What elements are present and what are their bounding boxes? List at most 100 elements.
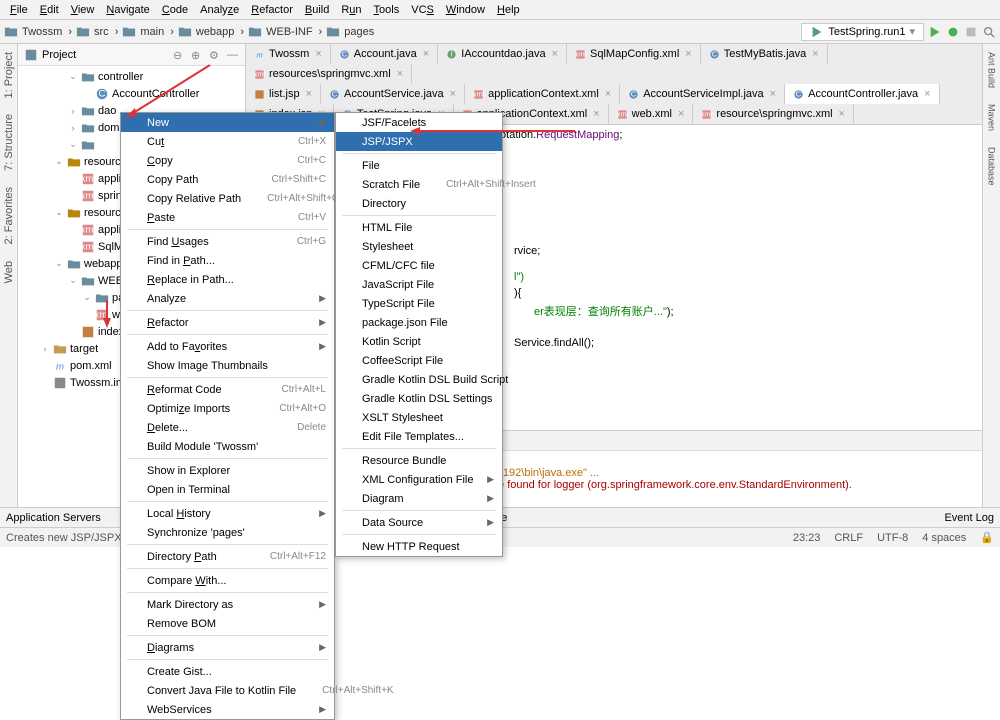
close-icon[interactable]: × [685,48,691,60]
close-icon[interactable]: × [605,88,611,100]
menu-item[interactable]: Analyze▶ [121,289,334,308]
menu-item[interactable]: Open in Terminal [121,480,334,499]
close-icon[interactable]: × [593,108,599,120]
context-menu-main[interactable]: New▶CutCtrl+XCopyCtrl+CCopy PathCtrl+Shi… [120,112,335,720]
menu-navigate[interactable]: Navigate [100,2,155,18]
menu-item[interactable]: Find in Path... [121,251,334,270]
menu-item[interactable]: Show Image Thumbnails [121,356,334,375]
menu-window[interactable]: Window [440,2,491,18]
menu-item[interactable]: HTML File [336,218,502,237]
menu-item[interactable]: Add to Favorites▶ [121,337,334,356]
menu-item[interactable]: CFML/CFC file [336,256,502,275]
crumb-0[interactable]: Twossm [20,25,64,39]
menu-item[interactable]: Diagrams▶ [121,638,334,657]
close-icon[interactable]: × [423,48,429,60]
encoding[interactable]: UTF-8 [877,532,908,544]
menu-edit[interactable]: Edit [34,2,65,18]
editor-tab[interactable]: IIAccountdao.java× [438,44,567,64]
tab-project[interactable]: 1: Project [2,48,16,102]
tab-app-servers[interactable]: Application Servers [6,512,101,524]
run-config-select[interactable]: TestSpring.run1 ▾ [801,23,924,41]
menu-item[interactable]: Local History▶ [121,504,334,523]
context-menu-new[interactable]: JSF/FaceletsJSP/JSPX FileScratch FileCtrl… [335,112,503,557]
close-icon[interactable]: × [924,88,930,100]
editor-tab[interactable]: list.jsp× [246,84,321,104]
crumb-3[interactable]: webapp [194,25,237,39]
line-sep[interactable]: CRLF [834,532,863,544]
menu-item[interactable]: CutCtrl+X [121,132,334,151]
menu-item[interactable]: Gradle Kotlin DSL Settings [336,389,502,408]
editor-tab[interactable]: CAccountController.java× [785,84,940,104]
collapse-icon[interactable]: ⊖ [173,49,185,61]
tab-structure[interactable]: 7: Structure [2,110,16,175]
menu-code[interactable]: Code [156,2,194,18]
menu-item[interactable]: Find UsagesCtrl+G [121,232,334,251]
tab-maven[interactable]: Maven [986,100,998,135]
menu-item[interactable]: JSP/JSPX [336,132,502,151]
gear-icon[interactable]: ⚙ [209,49,221,61]
menu-item[interactable]: JavaScript File [336,275,502,294]
close-icon[interactable]: × [397,68,403,80]
menu-item[interactable]: XSLT Stylesheet [336,408,502,427]
run-output[interactable]: s 246 ms Java\jdk1.8.0_192\bin\java.exe"… [426,451,982,507]
run-button[interactable] [928,25,942,39]
menu-item[interactable]: Show in Explorer [121,461,334,480]
close-icon[interactable]: × [306,88,312,100]
menu-item[interactable]: File [336,156,502,175]
editor-tab[interactable]: mTwossm× [246,44,331,64]
editor-tab[interactable]: xmlSqlMapConfig.xml× [567,44,701,64]
menu-item[interactable]: Stylesheet [336,237,502,256]
crumb-1[interactable]: src [92,25,111,39]
editor-tab[interactable]: CAccountServiceImpl.java× [620,84,785,104]
menu-item[interactable]: WebServices▶ [121,700,334,719]
menu-tools[interactable]: Tools [368,2,406,18]
close-icon[interactable]: × [450,88,456,100]
menu-analyze[interactable]: Analyze [194,2,245,18]
menu-view[interactable]: View [65,2,101,18]
menu-item[interactable]: package.json File [336,313,502,332]
indent[interactable]: 4 spaces [922,532,966,544]
editor-tab[interactable]: CAccount.java× [331,44,438,64]
tree-row[interactable]: CAccountController [18,85,245,102]
menu-vcs[interactable]: VCS [405,2,440,18]
debug-button[interactable] [946,25,960,39]
editor-tab[interactable]: CTestMyBatis.java× [701,44,828,64]
menu-item[interactable]: Convert Java File to Kotlin FileCtrl+Alt… [121,681,334,700]
close-icon[interactable]: × [315,48,321,60]
expand-icon[interactable]: ⊕ [191,49,203,61]
menu-item[interactable]: Create Gist... [121,662,334,681]
menu-help[interactable]: Help [491,2,526,18]
menu-run[interactable]: Run [335,2,367,18]
menu-item[interactable]: CopyCtrl+C [121,151,334,170]
crumb-4[interactable]: WEB-INF [264,25,314,39]
menu-item[interactable]: Mark Directory as▶ [121,595,334,614]
menu-item[interactable]: Directory [336,194,502,213]
tab-ant[interactable]: Ant Build [986,48,998,92]
menu-item[interactable]: Gradle Kotlin DSL Build Script [336,370,502,389]
menu-item[interactable]: New HTTP Request [336,537,502,556]
menu-build[interactable]: Build [299,2,335,18]
close-icon[interactable]: × [552,48,558,60]
crumb-2[interactable]: main [138,25,166,39]
menu-item[interactable]: Optimize ImportsCtrl+Alt+O [121,399,334,418]
tree-row[interactable]: ⌄controller [18,68,245,85]
menu-item[interactable]: Scratch FileCtrl+Alt+Shift+Insert [336,175,502,194]
stop-button[interactable] [964,25,978,39]
close-icon[interactable]: × [812,48,818,60]
menu-item[interactable]: Replace in Path... [121,270,334,289]
event-log[interactable]: Event Log [944,512,994,524]
menu-item[interactable]: Build Module 'Twossm' [121,437,334,456]
search-button[interactable] [982,25,996,39]
menu-item[interactable]: XML Configuration File▶ [336,470,502,489]
editor-tab[interactable]: xmlweb.xml× [609,104,694,124]
close-icon[interactable]: × [839,108,845,120]
menu-item[interactable]: JSF/Facelets [336,113,502,132]
menu-item[interactable]: CoffeeScript File [336,351,502,370]
close-icon[interactable]: × [770,88,776,100]
crumb-5[interactable]: pages [342,25,376,39]
menu-refactor[interactable]: Refactor [245,2,299,18]
menu-item[interactable]: Resource Bundle [336,451,502,470]
editor-tab[interactable]: xmlapplicationContext.xml× [465,84,620,104]
menu-item[interactable]: Diagram▶ [336,489,502,508]
menu-item[interactable]: Edit File Templates... [336,427,502,446]
